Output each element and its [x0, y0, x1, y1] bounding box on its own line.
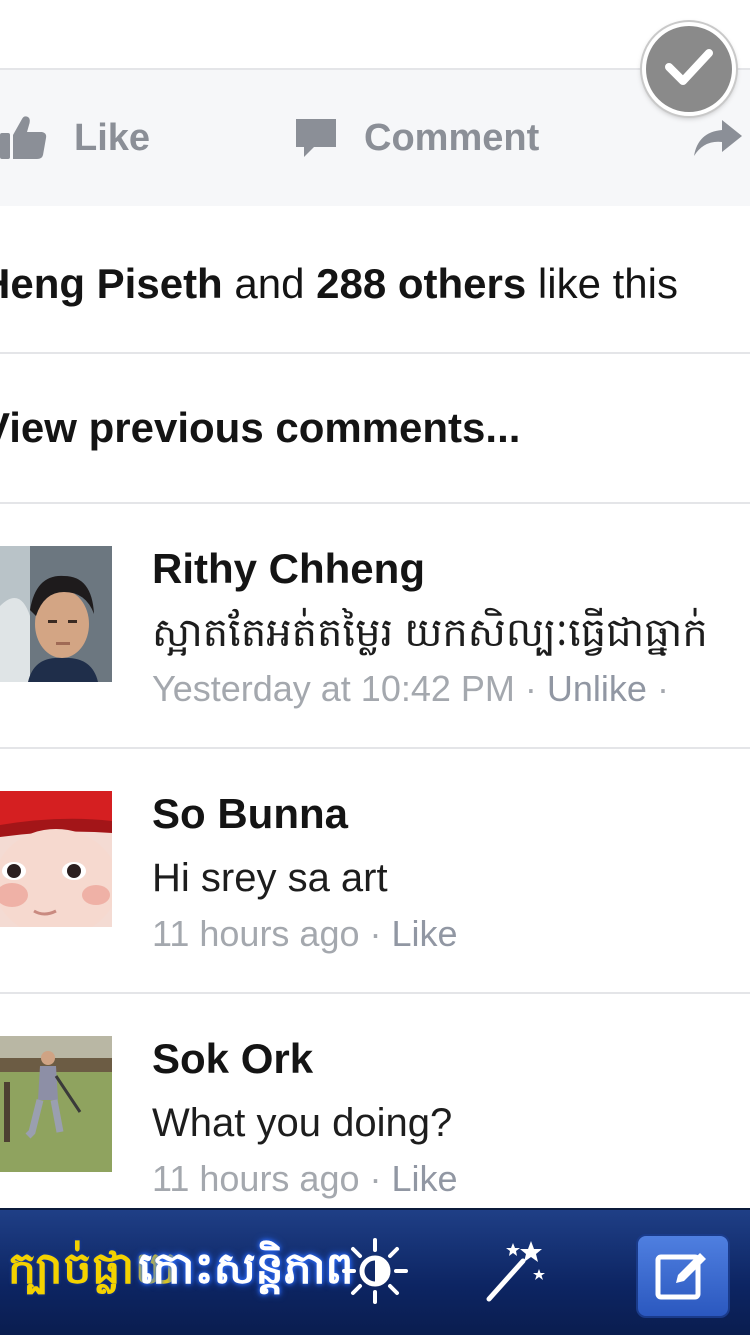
- edit-button[interactable]: [636, 1234, 730, 1318]
- like-label: Like: [74, 116, 151, 159]
- likes-summary-text: Heng Piseth and 288 others like this: [0, 260, 678, 308]
- comment-meta: 11 hours ago · Like: [152, 1156, 458, 1202]
- thumbs-up-icon: [0, 115, 48, 161]
- comment-text: What you doing?: [152, 1101, 453, 1145]
- meta-separator: ·: [656, 668, 669, 709]
- comment-bubble-icon: [294, 117, 338, 159]
- share-arrow-icon: [692, 118, 742, 158]
- comment-meta: Yesterday at 10:42 PM · Unlike ·: [152, 666, 679, 712]
- commenter-name[interactable]: So Bunna: [152, 789, 348, 839]
- comment-text: Hi srey sa art: [152, 856, 388, 900]
- meta-separator: ·: [369, 1158, 382, 1199]
- comment-timestamp: Yesterday at 10:42 PM: [152, 668, 515, 709]
- liker-name-link[interactable]: Heng Piseth: [0, 260, 223, 307]
- likes-suffix: like this: [526, 260, 678, 307]
- comment-timestamp: 11 hours ago: [152, 913, 360, 954]
- brightness-icon: [340, 1236, 410, 1311]
- comment-item: Sok Ork What you doing? 11 hours ago · Lik…: [0, 994, 750, 1210]
- comment-item: Rithy Chheng ស្អាតតែអត់តម្លៃរ យកសិល្បៈធ្…: [0, 504, 750, 749]
- comment-timestamp: 11 hours ago: [152, 1158, 360, 1199]
- comment-text: ស្អាតតែអត់តម្លៃរ យកសិល្បៈធ្វើជាធ្នាក់: [152, 611, 708, 655]
- avatar[interactable]: [0, 1036, 112, 1172]
- like-link[interactable]: Like: [392, 1158, 458, 1199]
- likes-summary: Heng Piseth and 288 others like this: [0, 206, 750, 354]
- avatar[interactable]: [0, 546, 112, 682]
- post-action-bar: Like Comment: [0, 68, 750, 208]
- comment-meta: 11 hours ago · Like: [152, 911, 458, 957]
- magic-wand-button[interactable]: [470, 1230, 556, 1316]
- brightness-button[interactable]: [332, 1230, 418, 1316]
- commenter-name[interactable]: Sok Ork: [152, 1034, 313, 1084]
- meta-separator: ·: [524, 668, 537, 709]
- unlike-link[interactable]: Unlike: [547, 668, 647, 709]
- brand-logo: កោះសន្តិភាព: [138, 1244, 354, 1293]
- edit-icon: [654, 1247, 712, 1306]
- magic-wand-icon: [477, 1235, 549, 1312]
- checkmark-badge[interactable]: [642, 22, 736, 116]
- checkmark-icon: [665, 47, 713, 92]
- comment-label: Comment: [364, 116, 540, 159]
- view-previous-comments[interactable]: View previous comments...: [0, 354, 750, 504]
- avatar[interactable]: [0, 791, 112, 927]
- meta-separator: ·: [369, 913, 382, 954]
- likes-connector: and: [222, 260, 317, 307]
- others-link[interactable]: 288 others: [316, 260, 526, 307]
- top-blank-area: [0, 0, 750, 68]
- view-previous-label: View previous comments...: [0, 404, 521, 451]
- comment-item: So Bunna Hi srey sa art 11 hours ago · Lik…: [0, 749, 750, 994]
- app-bottom-toolbar: ក្បាច់ផ្លាយ កោះសន្តិភាព: [0, 1208, 750, 1335]
- like-button[interactable]: Like: [0, 70, 150, 206]
- commenter-name[interactable]: Rithy Chheng: [152, 544, 425, 594]
- like-link[interactable]: Like: [392, 913, 458, 954]
- comment-button[interactable]: Comment: [294, 70, 539, 206]
